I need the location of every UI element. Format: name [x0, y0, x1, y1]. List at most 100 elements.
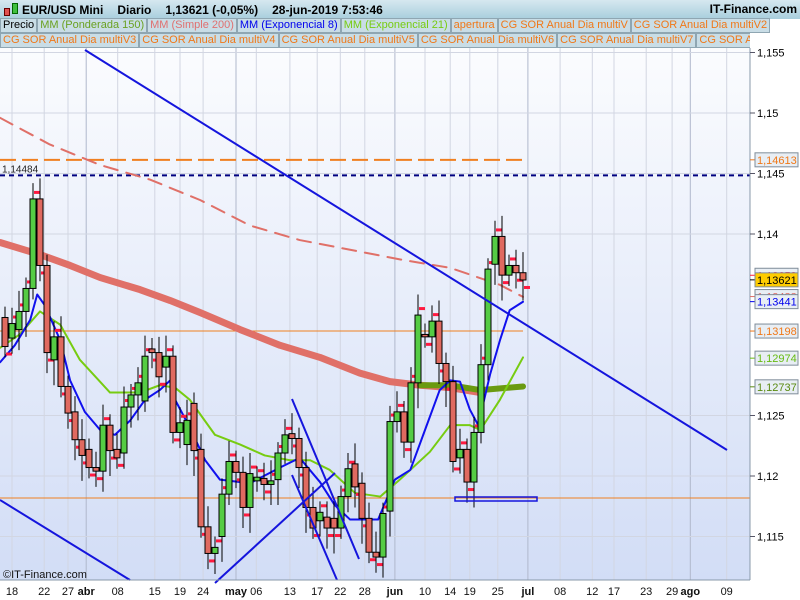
candle-body: [365, 517, 373, 553]
apertura-marker: [468, 488, 474, 492]
price-label: 1,13198: [757, 326, 797, 338]
legend-item[interactable]: MM (Simple 200): [147, 18, 237, 33]
candle-body: [379, 513, 387, 558]
legend-item[interactable]: CG SOR Anual Dia multiV3: [0, 33, 140, 48]
legend-item[interactable]: CG SOR Anual Dia multiV: [497, 18, 631, 33]
x-tick-label: 08: [112, 586, 124, 598]
candle-body: [421, 333, 429, 338]
candle-body: [463, 448, 471, 483]
apertura-marker: [510, 257, 516, 261]
candle-body: [78, 439, 86, 456]
x-tick-label: 13: [284, 586, 296, 598]
y-tick-label: 1,115: [757, 532, 784, 544]
x-tick-label: 08: [554, 586, 566, 598]
apertura-marker: [251, 465, 257, 469]
x-tick-label: 25: [492, 586, 504, 598]
y-tick-label: 1,15: [757, 108, 778, 120]
candle-body: [449, 381, 457, 462]
legend-item[interactable]: CG SOR Anual Dia multiV4: [139, 33, 279, 48]
candle-body: [442, 362, 450, 383]
legend-item[interactable]: CG SOR Anual Dia multiV2: [630, 18, 771, 33]
candle-body: [15, 310, 23, 331]
symbol: EUR/USD Mini: [22, 2, 104, 17]
candle-body: [372, 551, 380, 558]
horizontal-line-label: 1,14484: [2, 164, 39, 175]
apertura-marker: [503, 281, 509, 285]
x-tick-label: abr: [78, 586, 96, 598]
candle-body: [120, 406, 128, 454]
price-chart[interactable]: 1,14484 1,155 1,15 1,145 1,14 1,125 1,12 1,115…: [0, 48, 800, 600]
x-tick-label: 27: [62, 586, 74, 598]
legend-item[interactable]: apertura: [450, 18, 498, 33]
candle-body: [484, 268, 492, 366]
x-tick-label: 24: [197, 586, 209, 598]
candle-body: [106, 424, 114, 452]
legend-item[interactable]: MM (Exponencial 21): [340, 18, 451, 33]
legend-row-1: Precio MM (Ponderada 150) MM (Simple 200) M…: [0, 18, 771, 33]
candle-body: [316, 511, 324, 522]
x-tick-label: 19: [464, 586, 476, 598]
candle-body: [204, 526, 212, 554]
apertura-marker: [419, 307, 425, 311]
x-tick-label: 17: [608, 586, 620, 598]
candle-body: [176, 422, 184, 433]
candle-body: [92, 467, 100, 472]
legend-item[interactable]: CG SOR Anual Dia: [696, 33, 750, 48]
apertura-marker: [55, 328, 61, 332]
apertura-marker: [461, 441, 467, 445]
candle-body: [470, 431, 478, 483]
candle-body: [162, 355, 170, 368]
candle-body: [113, 448, 121, 459]
apertura-marker: [286, 426, 292, 430]
candle-body: [274, 452, 282, 481]
y-tick-label: 1,145: [757, 169, 785, 181]
y-tick-label: 1,155: [757, 48, 785, 60]
candle-body: [358, 482, 366, 519]
apertura-marker: [230, 453, 236, 457]
x-tick-label: 15: [149, 586, 161, 598]
apertura-marker: [349, 460, 355, 464]
candle-body: [218, 493, 226, 537]
candle-body: [295, 437, 303, 469]
apertura-marker: [6, 352, 12, 356]
x-tick-label: jul: [520, 586, 534, 598]
x-tick-label: jun: [386, 586, 404, 598]
period: Diario: [117, 2, 152, 17]
legend-item[interactable]: Precio: [0, 18, 38, 33]
legend-item[interactable]: MM (Ponderada 150): [37, 18, 148, 33]
apertura-marker: [265, 490, 271, 494]
candle-body: [50, 336, 58, 361]
x-tick-label: 22: [38, 586, 50, 598]
datetime: 28-jun-2019 7:53:46: [272, 2, 383, 17]
apertura-marker: [335, 534, 341, 538]
candlestick-icon: [2, 1, 22, 19]
candle-body: [239, 471, 247, 508]
candle-body: [8, 323, 16, 339]
x-tick-label: 28: [359, 586, 371, 598]
x-tick-label: ago: [681, 586, 701, 598]
legend-item[interactable]: MM (Exponencial 8): [236, 18, 341, 33]
apertura-marker: [34, 190, 40, 194]
x-tick-label: 06: [250, 586, 262, 598]
apertura-marker: [167, 348, 173, 352]
candle-body: [344, 468, 352, 498]
candle-body: [393, 411, 401, 423]
x-tick-label: 23: [640, 586, 652, 598]
apertura-marker: [181, 414, 187, 418]
apertura-marker: [377, 563, 383, 567]
candle-body: [43, 264, 51, 354]
apertura-marker: [244, 513, 250, 517]
candle-body: [400, 411, 408, 443]
candle-body: [183, 419, 191, 446]
legend-item[interactable]: CG SOR Anual Dia multiV5: [278, 33, 418, 48]
plot-area: [0, 48, 750, 580]
candle-body: [288, 433, 296, 439]
legend-item[interactable]: CG SOR Anual Dia multiV6: [417, 33, 558, 48]
price-label: 1,13441: [757, 297, 797, 309]
apertura-marker: [160, 382, 166, 386]
candle-body: [211, 546, 219, 554]
watermark: ©IT-Finance.com: [3, 569, 87, 581]
candle-body: [267, 480, 275, 485]
candle-body: [323, 516, 331, 529]
legend-item[interactable]: CG SOR Anual Dia multiV7: [557, 33, 697, 48]
